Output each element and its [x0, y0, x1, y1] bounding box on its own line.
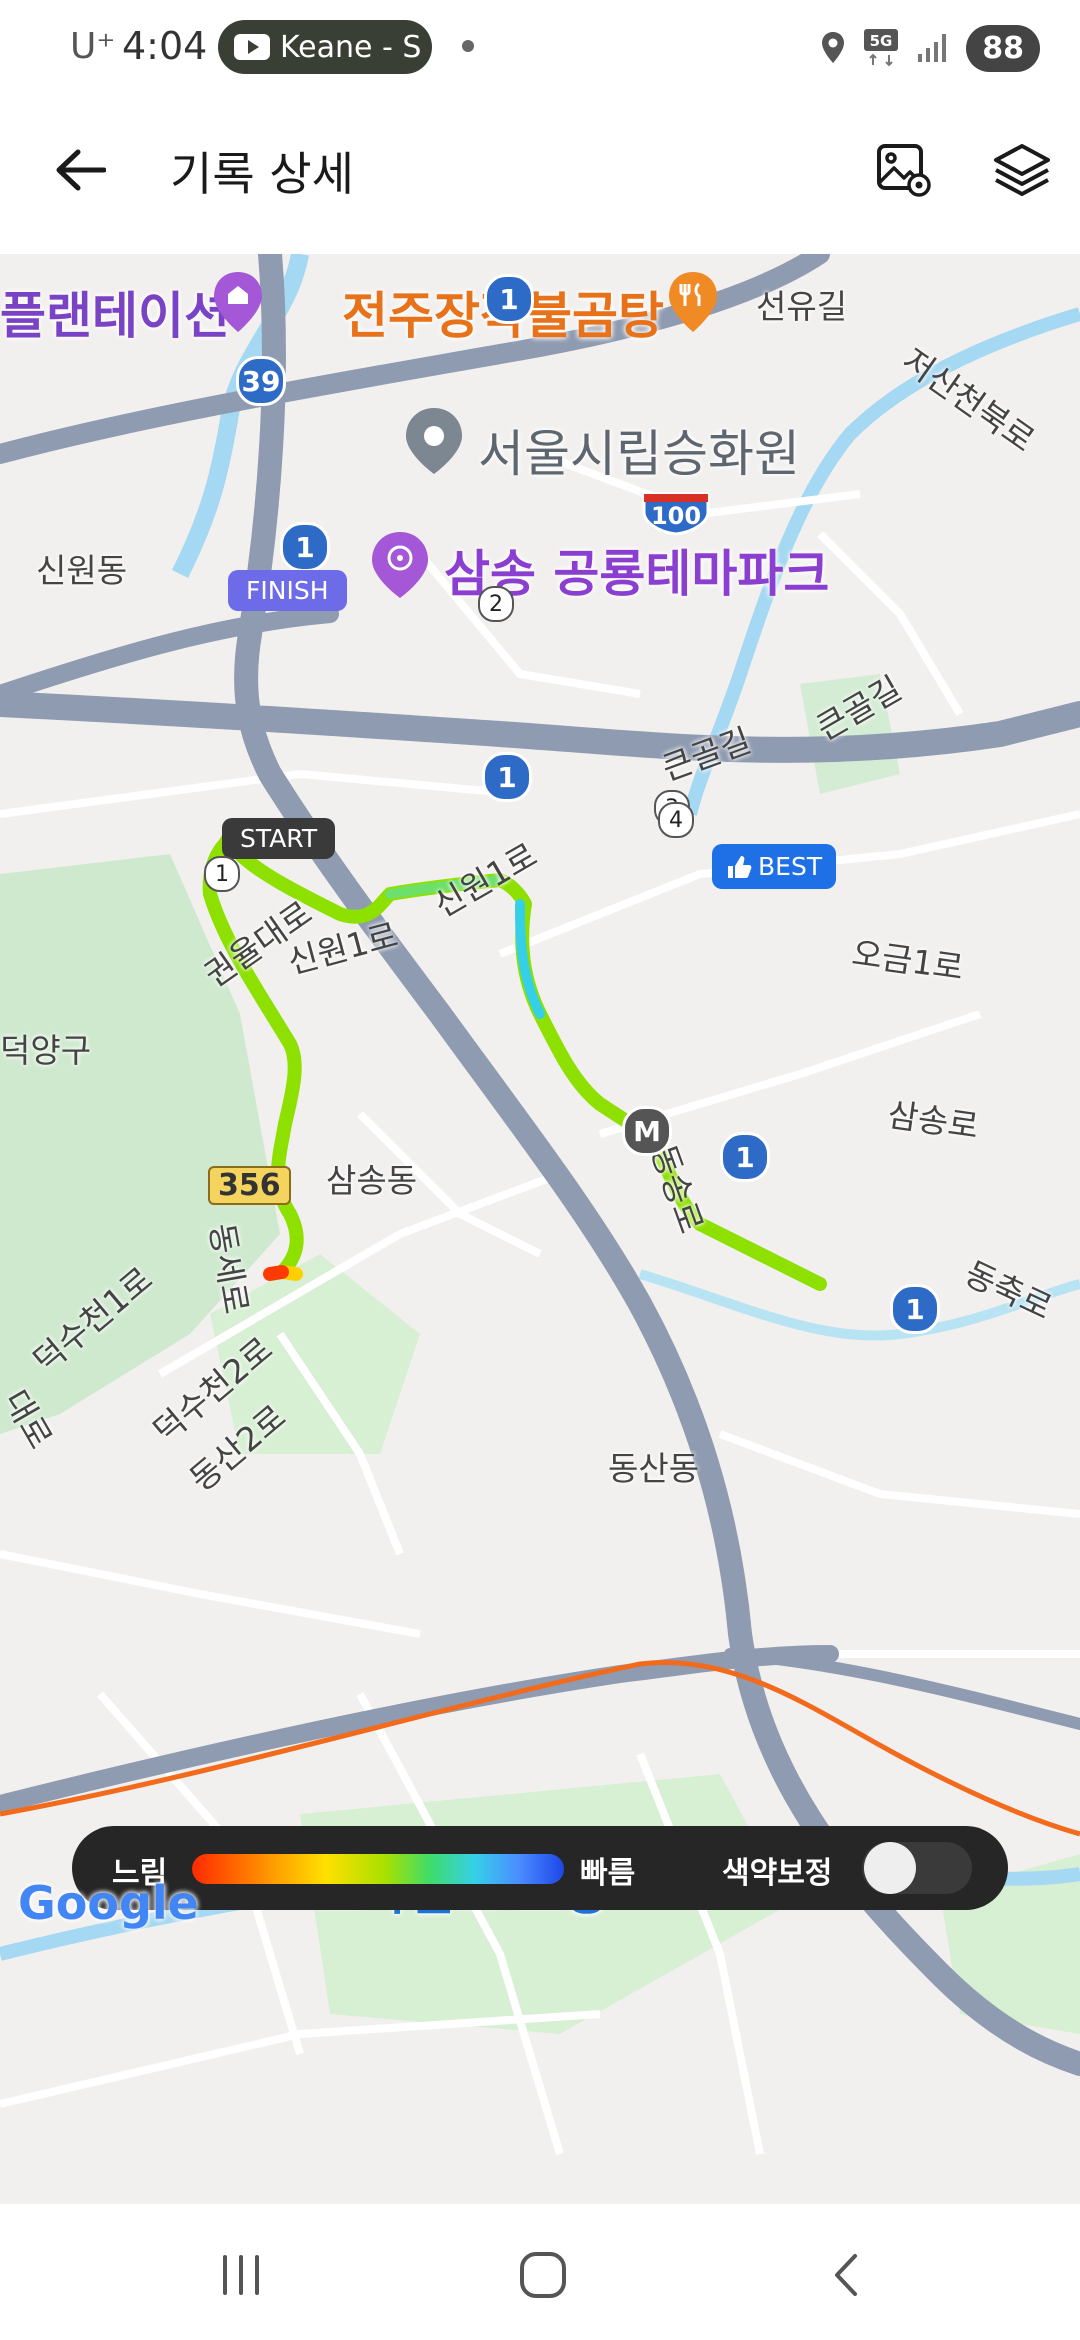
pace-gradient-bar [192, 1854, 564, 1884]
recent-apps-icon [223, 2255, 259, 2295]
best-label: BEST [758, 852, 823, 881]
street-label: 신원동 [36, 551, 128, 590]
arrow-left-icon [56, 149, 106, 191]
legend-fast-label: 빠름 [580, 1856, 636, 1891]
street-label: 덕양구 [0, 1031, 92, 1070]
start-marker[interactable]: START [222, 818, 336, 859]
layers-icon [994, 144, 1050, 196]
route-39-shield: 39 [236, 356, 286, 406]
route-1-shield: 1 [890, 1284, 940, 1334]
status-icons: 5G 88 [820, 20, 1040, 76]
expressway-100-shield: 100 [642, 492, 710, 536]
landmark-pin-icon[interactable] [210, 270, 266, 334]
media-pill-text: Keane - S [280, 29, 420, 65]
street-label: 동산동 [608, 1449, 700, 1488]
home-button[interactable] [498, 2230, 588, 2320]
signal-icon [918, 34, 947, 62]
map-layers-button[interactable] [982, 130, 1062, 210]
theme-park-pin-icon[interactable] [368, 530, 432, 600]
page-title: 기록 상세 [170, 147, 354, 201]
lap-marker-2[interactable]: 2 [478, 586, 514, 622]
notification-dot [462, 40, 474, 52]
clock: 4:04 [122, 24, 208, 68]
battery-badge: 88 [966, 24, 1040, 72]
poi-plantation-label[interactable]: 플랜테이션 [0, 276, 230, 348]
toggle-knob [864, 1842, 916, 1894]
5g-icon: 5G [864, 29, 899, 67]
best-segment-marker[interactable]: BEST [712, 844, 837, 889]
pace-legend: 느림 빠름 색약보정 [72, 1826, 1008, 1910]
svg-text:5G: 5G [870, 32, 893, 50]
thumbs-up-icon [728, 855, 752, 878]
route-1-shield: 1 [720, 1132, 770, 1182]
system-nav-bar [0, 2204, 1080, 2340]
expressway-100-text: 100 [651, 502, 701, 530]
youtube-icon [234, 34, 270, 60]
route-356-shield: 356 [208, 1166, 291, 1205]
system-back-button[interactable] [802, 2230, 892, 2320]
app-bar: 기록 상세 [0, 96, 1080, 254]
restaurant-pin-icon[interactable] [665, 270, 721, 334]
media-pill[interactable]: Keane - S [218, 20, 432, 74]
colorblind-toggle[interactable] [862, 1842, 972, 1894]
lap-marker-1[interactable]: 1 [204, 856, 240, 892]
street-label: 선유길 [756, 287, 848, 326]
place-pin-icon[interactable] [402, 406, 466, 476]
route-1-shield: 1 [280, 522, 330, 572]
chevron-left-icon [835, 2254, 857, 2296]
street-label: 삼송동 [326, 1161, 418, 1200]
recent-apps-button[interactable] [196, 2230, 286, 2320]
finish-marker[interactable]: FINISH [228, 570, 347, 611]
colorblind-label: 색약보정 [722, 1856, 833, 1891]
carrier-label: U⁺ [70, 26, 116, 67]
location-icon [822, 32, 845, 63]
image-settings-button[interactable] [864, 130, 944, 210]
poi-crematorium-label[interactable]: 서울시립승화원 [478, 414, 800, 486]
home-icon [520, 2252, 566, 2298]
lap-marker-4[interactable]: 4 [658, 802, 694, 838]
back-button[interactable] [40, 130, 120, 210]
route-1-shield: 1 [484, 274, 534, 324]
status-bar: U⁺ 4:04 Keane - S 5G 88 [0, 0, 1080, 96]
google-logo: Google [18, 1876, 199, 1930]
metro-station-icon[interactable]: M [622, 1106, 672, 1156]
route-1-shield: 1 [482, 752, 532, 802]
image-gear-icon [877, 144, 931, 197]
